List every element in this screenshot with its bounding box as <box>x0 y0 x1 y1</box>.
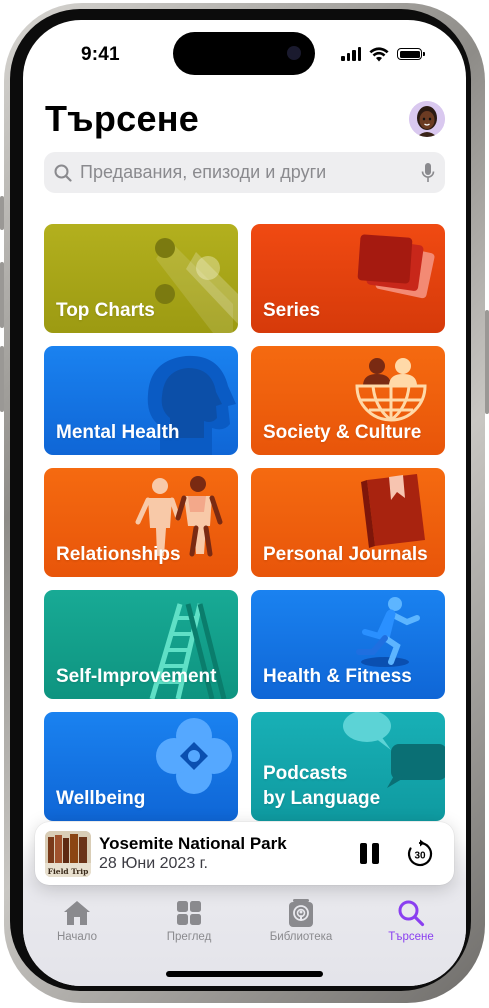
tab-browse[interactable]: Преглед <box>144 898 234 943</box>
series-stack-icon <box>357 234 435 299</box>
tab-search[interactable]: Търсене <box>366 898 456 943</box>
category-label: Personal Journals <box>263 544 428 565</box>
tab-label: Търсене <box>388 931 434 943</box>
status-time: 9:41 <box>81 44 120 65</box>
house-icon <box>62 898 92 928</box>
search-icon <box>396 898 426 928</box>
screen: 9:41 Търсене Предавания, епизоди и други… <box>23 20 466 986</box>
cellular-signal-icon <box>341 47 361 61</box>
skip-forward-button[interactable]: 30 <box>405 839 435 869</box>
episode-artwork: Field Trip <box>45 831 91 877</box>
category-label-line-1: Podcasts <box>263 763 348 784</box>
category-mental-health[interactable]: Mental Health <box>44 346 238 455</box>
category-top-charts[interactable]: Top Charts <box>44 224 238 333</box>
field-trip-artwork: Field Trip <box>45 831 91 877</box>
memoji-icon <box>409 101 445 137</box>
microphone-icon[interactable] <box>421 162 435 184</box>
flower-icon <box>156 718 232 794</box>
category-label: Society & Culture <box>263 422 422 443</box>
action-button <box>0 196 4 230</box>
tab-library[interactable]: Библиотека <box>256 898 346 943</box>
category-label: Top Charts <box>56 300 155 321</box>
category-label-line-2: by Language <box>263 788 381 809</box>
category-label: Relationships <box>56 544 181 565</box>
category-series[interactable]: Series <box>251 224 445 333</box>
magnifying-glass-icon <box>54 164 72 182</box>
tab-home[interactable]: Начало <box>32 898 122 943</box>
category-wellbeing[interactable]: Wellbeing <box>44 712 238 821</box>
category-label: Mental Health <box>56 422 180 443</box>
dynamic-island <box>173 32 315 75</box>
home-indicator[interactable] <box>166 971 323 977</box>
library-icon <box>286 898 316 928</box>
volume-down-button <box>0 346 4 412</box>
category-health-fitness[interactable]: Health & Fitness <box>251 590 445 699</box>
battery-icon <box>397 48 425 60</box>
power-button <box>485 310 489 414</box>
camera-icon <box>287 46 301 60</box>
wifi-icon <box>369 46 389 61</box>
category-label: Podcasts by Language <box>263 761 380 811</box>
episode-title: Yosemite National Park <box>99 834 287 853</box>
category-self-improvement[interactable]: Self-Improvement <box>44 590 238 699</box>
pause-button[interactable] <box>357 840 383 868</box>
page-title: Търсене <box>45 98 200 139</box>
volume-up-button <box>0 262 4 328</box>
grid-icon <box>174 898 204 928</box>
category-label: Series <box>263 300 321 321</box>
category-personal-journals[interactable]: Personal Journals <box>251 468 445 577</box>
category-society-culture[interactable]: Society & Culture <box>251 346 445 455</box>
episode-date: 28 Юни 2023 г. <box>99 855 208 872</box>
tab-label: Преглед <box>166 931 212 943</box>
skip-forward-30-icon: 30 <box>407 839 433 867</box>
tab-label: Начало <box>56 931 98 943</box>
category-podcasts-by-language[interactable]: Podcasts by Language <box>251 712 445 821</box>
artwork-title: Field Trip <box>48 867 89 876</box>
category-label: Self-Improvement <box>56 666 217 687</box>
category-label: Health & Fitness <box>263 666 412 687</box>
status-icons <box>341 44 425 64</box>
mini-player[interactable]: Field Trip Yosemite National Park 28 Юни… <box>35 822 454 885</box>
category-relationships[interactable]: Relationships <box>44 468 238 577</box>
search-placeholder: Предавания, епизоди и други <box>80 162 327 182</box>
skip-seconds-label: 30 <box>414 851 426 862</box>
account-avatar[interactable] <box>409 101 445 137</box>
search-field[interactable]: Предавания, епизоди и други <box>44 152 445 193</box>
tab-label: Библиотека <box>269 931 333 943</box>
category-label: Wellbeing <box>56 788 146 809</box>
